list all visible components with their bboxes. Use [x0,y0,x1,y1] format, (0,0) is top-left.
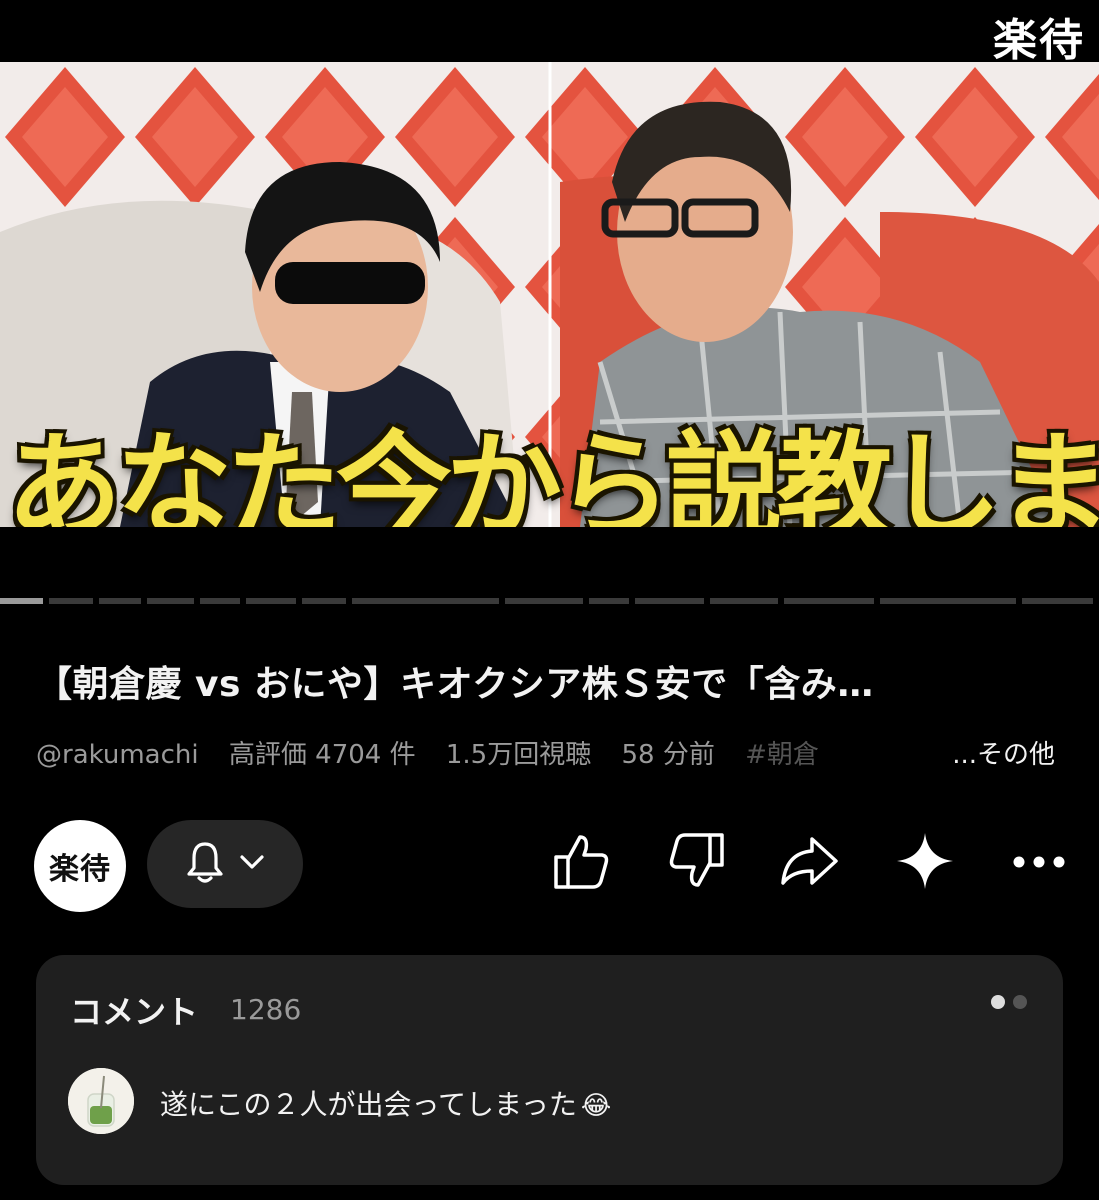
more-icon [1011,854,1067,873]
chapter-segment[interactable] [147,598,194,604]
channel-handle[interactable]: @rakumachi [36,740,199,770]
commenter-avatar[interactable] [68,1068,134,1134]
watch-page: 楽待 あなた今から説教します 【朝倉慶 vs おにや】キオクシア株Ｓ安で「含み…… [0,0,1099,1200]
subscription-bell-button[interactable] [147,820,303,908]
channel-watermark: 楽待 [993,15,1085,66]
video-player[interactable]: 楽待 あなた今から説教します [0,0,1099,612]
chapter-segment[interactable] [589,598,629,604]
chapter-segment[interactable] [710,598,778,604]
chapter-segment[interactable] [505,598,583,604]
comments-card[interactable]: コメント 1286 遂にこの２人が出会ってしまった 😂 [36,955,1063,1185]
like-count: 高評価 4704 件 [228,740,416,770]
page-dot-active [991,995,1005,1009]
chevron-down-icon [239,853,265,875]
chapter-segment[interactable] [99,598,141,604]
like-icon [550,831,612,895]
share-button[interactable] [776,830,842,896]
thumbnail-caption: あなた今から説教します [6,419,1099,527]
ai-sparkle-button[interactable] [892,830,958,896]
more-description-link[interactable]: ...その他 [944,734,1055,771]
chapter-segment[interactable] [302,598,346,604]
dislike-button[interactable] [664,830,730,896]
seek-bar[interactable] [0,598,1099,604]
hashtag[interactable]: #朝倉 [745,740,819,770]
chapter-segment[interactable] [635,598,704,604]
share-icon [778,833,840,893]
channel-avatar[interactable]: 楽待 [34,820,126,912]
chapter-segment[interactable] [352,598,499,604]
top-comment-text: 遂にこの２人が出会ってしまった [160,1088,577,1121]
video-meta[interactable]: @rakumachi 高評価 4704 件 1.5万回視聴 58 分前 #朝倉 [36,734,1066,774]
chapter-segment[interactable] [880,598,1016,604]
chapter-segment[interactable] [246,598,296,604]
upload-age: 58 分前 [621,740,715,770]
like-button[interactable] [548,830,614,896]
more-actions-button[interactable] [1006,830,1072,896]
comments-page-indicator [991,995,1027,1009]
bell-icon [185,840,225,888]
video-title[interactable]: 【朝倉慶 vs おにや】キオクシア株Ｓ安で「含み… [36,655,1076,707]
dislike-icon [666,831,728,895]
chapter-segment[interactable] [1022,598,1093,604]
page-dot [1013,995,1027,1009]
laughing-emoji: 😂 [580,1091,612,1121]
view-count: 1.5万回視聴 [445,740,592,770]
chapter-segment[interactable] [0,598,43,604]
video-frame[interactable]: あなた今から説教します [0,62,1099,527]
top-comment[interactable]: 遂にこの２人が出会ってしまった 😂 [160,1083,611,1123]
comments-heading: コメント [70,993,199,1031]
comments-count: 1286 [230,993,302,1026]
chapter-segment[interactable] [784,598,874,604]
sparkle-icon [895,831,955,895]
chapter-segment[interactable] [49,598,93,604]
chapter-segment[interactable] [200,598,240,604]
